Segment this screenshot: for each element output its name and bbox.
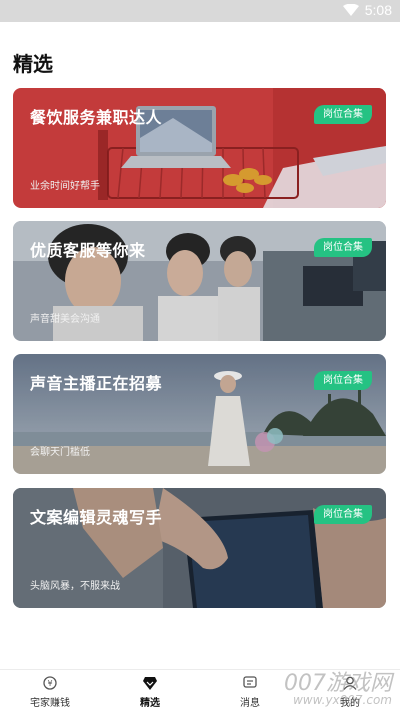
card-voice-host[interactable]: 声音主播正在招募 岗位合集 会聊天门槛低 xyxy=(13,354,386,474)
tab-label: 宅家赚钱 xyxy=(30,698,70,709)
tab-label: 我的 xyxy=(340,698,360,709)
page-title: 精选 xyxy=(13,52,53,76)
tab-profile[interactable]: 我的 xyxy=(300,670,400,711)
card-title: 声音主播正在招募 xyxy=(30,374,163,393)
card-tag[interactable]: 岗位合集 xyxy=(314,505,372,524)
bottom-tab-bar: ¥ 宅家赚钱 精选 消息 我的 xyxy=(0,669,400,711)
message-icon xyxy=(242,675,258,691)
coin-icon: ¥ xyxy=(42,675,58,691)
card-desc: 业余时间好帮手 xyxy=(30,181,100,192)
diamond-icon xyxy=(142,675,158,691)
card-desc: 会聊天门槛低 xyxy=(30,447,90,458)
wifi-icon xyxy=(342,4,359,16)
card-customer-service[interactable]: 优质客服等你来 岗位合集 声音甜美会沟通 xyxy=(13,221,386,341)
tab-home-earn[interactable]: ¥ 宅家赚钱 xyxy=(0,670,100,711)
tab-label: 消息 xyxy=(240,698,260,709)
card-title: 餐饮服务兼职达人 xyxy=(30,108,163,127)
card-desc: 头脑风暴，不服来战 xyxy=(30,581,120,592)
status-bar: 5:08 xyxy=(0,0,400,22)
tab-featured[interactable]: 精选 xyxy=(100,670,200,711)
card-title: 文案编辑灵魂写手 xyxy=(30,508,163,527)
status-time: 5:08 xyxy=(364,2,392,18)
card-restaurant[interactable]: 餐饮服务兼职达人 岗位合集 业余时间好帮手 xyxy=(13,88,386,208)
card-tag[interactable]: 岗位合集 xyxy=(314,238,372,257)
card-title: 优质客服等你来 xyxy=(30,241,146,260)
card-desc: 声音甜美会沟通 xyxy=(30,314,100,325)
card-tag[interactable]: 岗位合集 xyxy=(314,105,372,124)
svg-text:¥: ¥ xyxy=(47,679,52,688)
user-icon xyxy=(342,675,358,691)
tab-label: 精选 xyxy=(140,698,160,709)
card-tag[interactable]: 岗位合集 xyxy=(314,371,372,390)
tab-messages[interactable]: 消息 xyxy=(200,670,300,711)
card-copywriter[interactable]: 文案编辑灵魂写手 岗位合集 头脑风暴，不服来战 xyxy=(13,488,386,608)
